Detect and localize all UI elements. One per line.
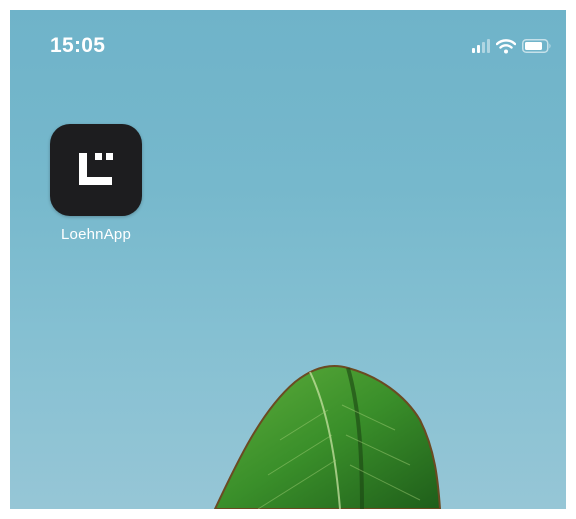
- status-bar: 15:05: [10, 10, 566, 82]
- status-time: 15:05: [50, 34, 106, 57]
- loehnapp-logo-icon: [79, 153, 113, 185]
- cellular-signal-icon: [472, 39, 490, 53]
- app-label-loehnapp: LoehnApp: [60, 226, 131, 243]
- wifi-icon: [496, 38, 516, 53]
- wallpaper-leaf-image: [213, 364, 442, 509]
- app-icon-loehnapp[interactable]: [50, 124, 142, 216]
- app-loehnapp[interactable]: LoehnApp: [50, 124, 142, 243]
- battery-icon: [522, 39, 551, 53]
- status-icons: [472, 37, 552, 55]
- home-screen: 15:05 LoehnApp: [10, 10, 566, 509]
